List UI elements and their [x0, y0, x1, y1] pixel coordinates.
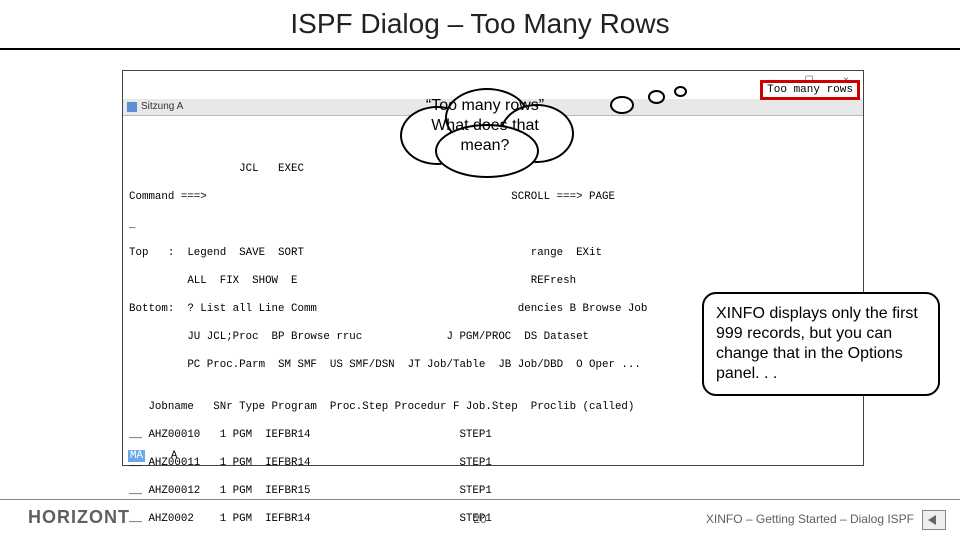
footer-rule	[0, 499, 960, 500]
cloud-line: What does that	[390, 116, 580, 136]
term-line: _	[129, 218, 857, 232]
term-columns: Jobname SNr Type Program Proc.Step Proce…	[129, 400, 857, 414]
term-line: Command ===> SCROLL ===> PAGE	[129, 190, 857, 204]
prev-slide-icon[interactable]	[922, 510, 946, 530]
term-line: ALL FIX SHOW E REFresh	[129, 274, 857, 288]
cloud-tail-dot	[610, 96, 634, 114]
info-callout: XINFO displays only the first 999 record…	[702, 292, 940, 396]
cloud-line: “Too many rows”	[390, 96, 580, 116]
slide-title: ISPF Dialog – Too Many Rows	[0, 8, 960, 40]
table-row: __ AHZ00010 1 PGM IEFBR14 STEP1	[129, 428, 857, 442]
cloud-tail-dot	[674, 86, 687, 97]
cloud-tail-dot	[648, 90, 665, 104]
thought-callout: “Too many rows” What does that mean?	[390, 86, 580, 176]
session-icon	[127, 102, 137, 112]
session-label: Sitzung A	[141, 100, 183, 114]
status-indicator: MA A	[128, 450, 177, 462]
error-highlight: Too many rows	[760, 80, 860, 100]
footer-caption: XINFO – Getting Started – Dialog ISPF	[706, 512, 914, 526]
table-row: __ AHZ00011 1 PGM IEFBR14 STEP1	[129, 456, 857, 470]
cloud-line: mean?	[390, 136, 580, 156]
title-rule	[0, 48, 960, 50]
table-row: __ AHZ00012 1 PGM IEFBR15 STEP1	[129, 484, 857, 498]
term-line: Top : Legend SAVE SORT range EXit	[129, 246, 857, 260]
